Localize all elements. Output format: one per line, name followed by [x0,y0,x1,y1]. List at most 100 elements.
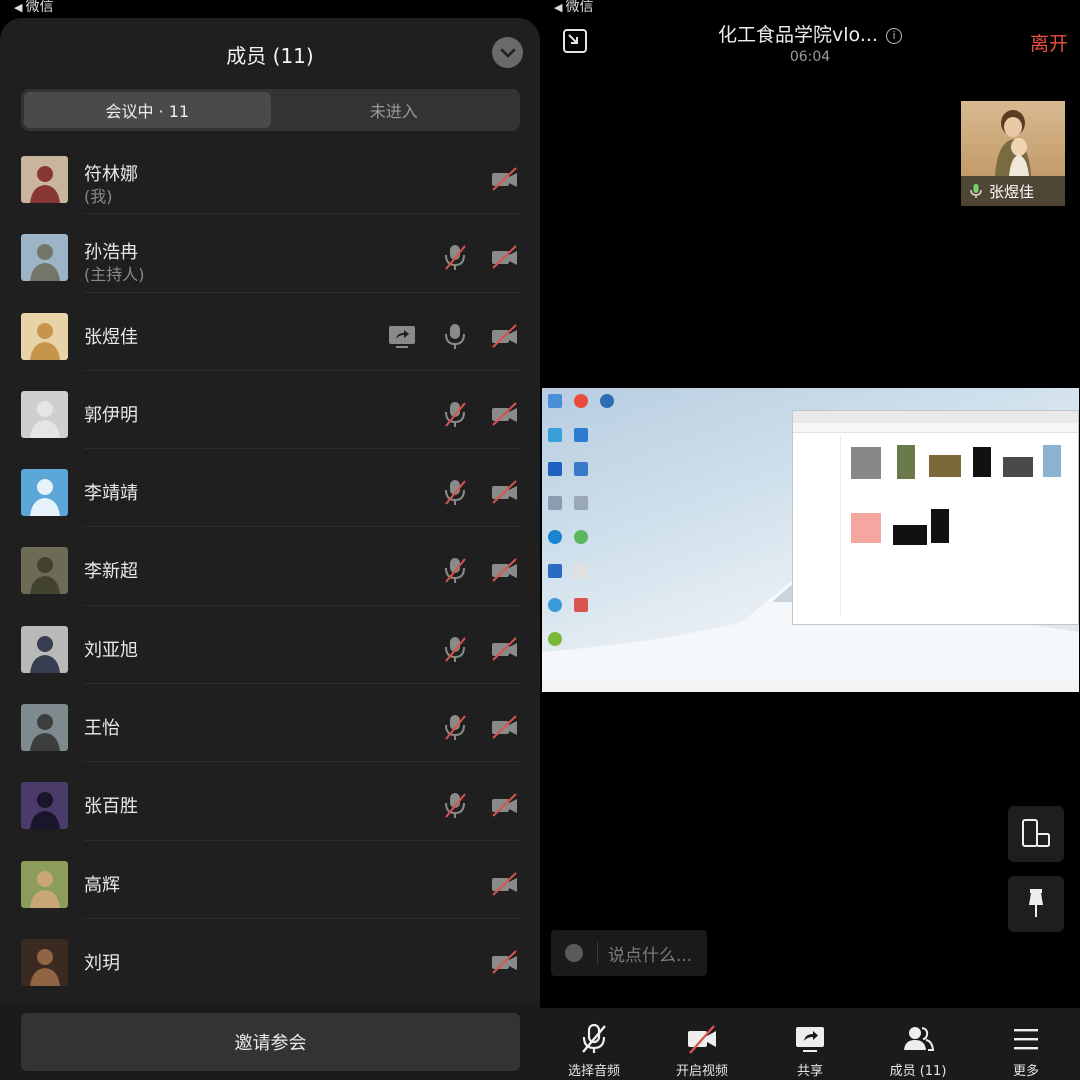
desktop-icon [574,530,588,544]
avatar [21,547,68,595]
avatar [21,704,68,752]
member-row[interactable]: 张百胜 [0,762,540,841]
member-list: 符林娜 (我) 孙浩冉 (主持人) 张煜佳郭伊明李靖靖李新超刘亚旭王怡张百胜高辉刘玥 [0,136,540,997]
member-role: (我) [84,187,113,206]
desktop-icon [548,462,562,476]
invite-button[interactable]: 邀请参会 [21,1013,520,1071]
desktop-icon [574,564,588,578]
member-name: 王怡 [84,718,120,740]
avatar [21,625,68,673]
emoji-icon[interactable] [565,944,583,962]
member-name: 刘亚旭 [84,639,138,661]
more-button[interactable]: 更多 [972,1008,1080,1080]
member-role: (主持人) [84,265,145,285]
desktop-icon [574,428,588,442]
desktop-icon [548,394,562,408]
explorer-sidebar [793,435,841,616]
desktop-icon [548,530,562,544]
file-explorer-window [792,410,1079,625]
leave-button[interactable]: 离开 [1030,29,1068,56]
desktop-icon [548,632,562,646]
collapse-button[interactable] [492,37,523,68]
member-name: 张煜佳 [84,326,138,348]
meeting-timer: 06:04 [789,49,831,65]
shared-screen[interactable] [542,388,1079,692]
member-name: 张百胜 [84,796,138,818]
member-row[interactable]: 高辉 [0,841,540,919]
meeting-title[interactable]: 化工食品学院vlo... i [540,20,1080,47]
desktop-icon [548,496,562,510]
tab-not-joined[interactable]: 未进入 [271,92,518,128]
member-name: 李新超 [84,561,138,583]
windows-taskbar [542,680,1079,692]
tab-in-meeting[interactable]: 会议中 · 11 [24,92,271,128]
meeting-toolbar: 选择音频 开启视频 共享 成员 (11) 更多 [540,1008,1080,1080]
desktop-icon [548,598,562,612]
camera-off-icon [490,321,520,351]
desktop-icon [548,428,562,442]
share-button[interactable]: 共享 [756,1008,864,1080]
meeting-view: ◀ 微信 化工食品学院vlo... i 06:04 离开 张煜佳 说点什么...… [540,0,1080,1080]
chat-divider [597,942,598,964]
member-row[interactable]: 孙浩冉 (主持人) [0,214,540,293]
desktop-icon [574,462,588,476]
explorer-thumbnails [851,445,1061,545]
rotate-screen-button[interactable] [1008,806,1064,862]
member-row[interactable]: 张煜佳 [0,293,540,371]
camera-off-icon [490,869,520,899]
members-icon [904,1027,935,1051]
start-video-button[interactable]: 开启视频 [648,1008,756,1080]
back-triangle-icon: ◀ [14,1,23,14]
avatar [21,938,68,986]
member-status-tabs: 会议中 · 11 未进入 [21,89,520,131]
member-row[interactable]: 刘亚旭 [0,606,540,685]
back-triangle-icon: ◀ [554,1,563,14]
chat-input[interactable]: 说点什么... [551,930,707,976]
mic-muted-icon [440,477,470,507]
camera-off-icon [490,164,520,194]
members-title: 成员 (11) [226,44,314,68]
back-to-wechat-right[interactable]: ◀ 微信 [554,0,593,16]
speaker-photo [995,110,1031,176]
speaker-video-thumbnail[interactable]: 张煜佳 [961,101,1065,206]
screen-share-icon [387,321,417,351]
member-row[interactable]: 李新超 [0,527,540,606]
camera-off-icon [490,947,520,977]
member-name: 李靖靖 [84,483,138,505]
member-name: 高辉 [84,874,120,896]
desktop-icon [574,394,588,408]
camera-off-icon [490,712,520,742]
select-audio-button[interactable]: 选择音频 [540,1008,648,1080]
invite-bar: 邀请参会 [0,1002,540,1080]
mic-off-icon [582,1023,606,1053]
share-screen-icon [796,1027,824,1052]
member-row[interactable]: 李靖靖 [0,449,540,528]
phone-rotate-icon [1022,819,1050,847]
avatar [21,469,68,517]
mic-muted-icon [440,634,470,664]
mic-muted-icon [440,555,470,585]
mic-muted-icon [440,790,470,820]
pin-icon [1029,889,1043,917]
camera-off-icon [490,399,520,429]
mic-muted-icon [440,399,470,429]
camera-off-icon [490,477,520,507]
mic-muted-icon [440,712,470,742]
mic-icon [440,321,470,351]
explorer-titlebar [793,411,1078,423]
info-icon[interactable]: i [885,28,902,44]
members-panel: ◀ 微信 成员 (11) 会议中 · 11 未进入 符林娜 (我) 孙浩冉 (主持人) 张… [0,0,540,1080]
member-row[interactable]: 符林娜 (我) [0,136,540,215]
menu-icon [1014,1029,1038,1050]
speaker-label: 张煜佳 [961,176,1065,206]
avatar [21,782,68,830]
explorer-address-bar [793,423,1078,433]
back-to-wechat[interactable]: ◀ 微信 [14,0,53,16]
members-button[interactable]: 成员 (11) [864,1008,972,1080]
member-row[interactable]: 王怡 [0,684,540,763]
desktop-icon [548,564,562,578]
mic-icon [970,184,982,198]
member-row[interactable]: 刘玥 [0,919,540,997]
pin-video-button[interactable] [1008,876,1064,932]
member-row[interactable]: 郭伊明 [0,371,540,450]
